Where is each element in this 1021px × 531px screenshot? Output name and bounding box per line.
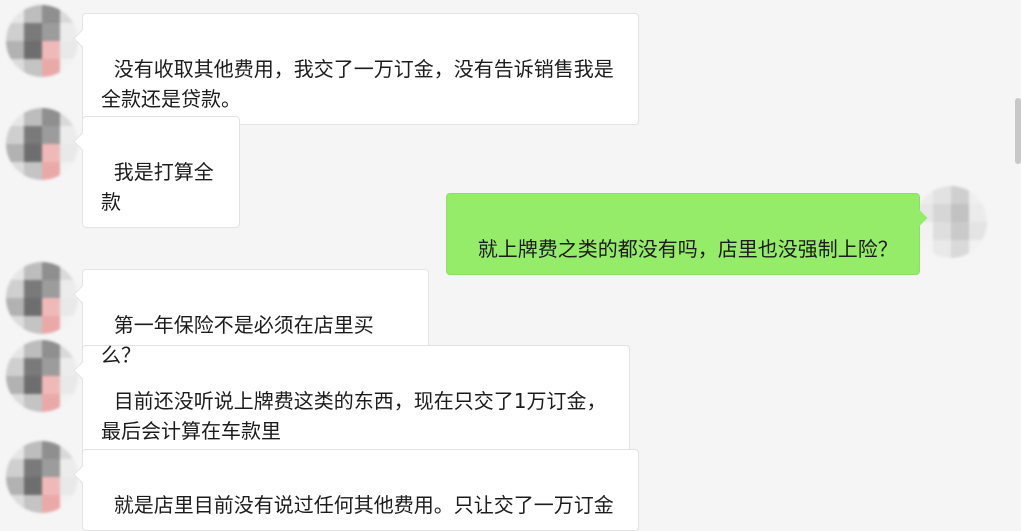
message-text: 目前还没听说上牌费这类的东西，现在只交了1万订金， 最后会计算在车款里 — [101, 389, 607, 443]
contact-avatar[interactable] — [6, 262, 78, 334]
contact-avatar[interactable] — [6, 108, 78, 180]
message-bubble[interactable]: 我是打算全款 — [82, 116, 240, 228]
message-text: 没有收取其他费用，我交了一万订金，没有告诉销售我是 全款还是贷款。 — [101, 57, 614, 111]
message-text: 就是店里目前没有说过任何其他费用。只让交了一万订金 — [113, 493, 614, 517]
contact-avatar[interactable] — [6, 5, 78, 77]
scrollbar-thumb[interactable] — [1015, 98, 1021, 164]
message-text: 我是打算全款 — [101, 160, 214, 214]
message-bubble[interactable]: 目前还没听说上牌费这类的东西，现在只交了1万订金， 最后会计算在车款里 — [82, 345, 630, 457]
contact-avatar[interactable] — [6, 340, 78, 412]
message-bubble[interactable]: 没有收取其他费用，我交了一万订金，没有告诉销售我是 全款还是贷款。 — [82, 13, 639, 125]
message-bubble[interactable]: 就上牌费之类的都没有吗，店里也没强制上险？ — [446, 193, 920, 275]
message-text: 就上牌费之类的都没有吗，店里也没强制上险？ — [477, 237, 898, 261]
message-bubble[interactable]: 就是店里目前没有说过任何其他费用。只让交了一万订金 — [82, 449, 639, 531]
contact-avatar[interactable] — [6, 441, 78, 513]
self-avatar[interactable] — [915, 186, 987, 258]
